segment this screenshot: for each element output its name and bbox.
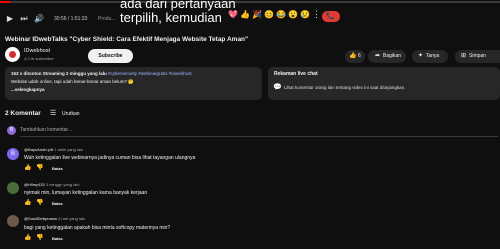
sort-button[interactable]: Urutkan	[62, 111, 80, 117]
comment-like-icon[interactable]: 👍	[24, 199, 31, 206]
description-meta: 153 x ditonton Streaming 2 minggu yang l…	[11, 71, 192, 76]
channel-name[interactable]: IDwebhost	[24, 48, 50, 54]
reaction-party-icon[interactable]: 🎉	[252, 11, 262, 19]
comment-time: 1 detik yang lalu	[54, 147, 84, 152]
thumb-up-icon: 👍	[349, 53, 357, 59]
subscribe-button[interactable]: Subscribe	[88, 49, 133, 63]
comment-author-line: @Hilmy433 3 minggu yang lalu	[24, 182, 79, 187]
chapter-label: Produ...	[98, 16, 116, 22]
leave-button[interactable]: 📞	[322, 11, 340, 22]
comment-text: bagi yang ketinggalan apakah bisa minta …	[24, 225, 171, 231]
play-icon[interactable]: ▶	[6, 15, 14, 23]
comment-reply-button[interactable]: Balas	[52, 201, 63, 206]
reaction-sad-icon[interactable]: 😢	[300, 11, 310, 19]
reaction-smile-icon[interactable]: 😊	[264, 11, 274, 19]
like-count: 6	[358, 53, 361, 59]
chat-icon: 💬	[273, 84, 282, 91]
comment-time: 4 hari yang lalu	[58, 216, 86, 221]
reaction-like-icon[interactable]: 👍	[240, 11, 250, 19]
phone-icon: 📞	[326, 13, 335, 20]
comment-reply-button[interactable]: Balas	[52, 236, 63, 241]
show-more-link[interactable]: ...selengkapnya	[11, 87, 45, 92]
ask-label: Tanya	[426, 53, 440, 59]
next-icon[interactable]: ⏭	[20, 15, 28, 23]
more-icon[interactable]: ⋮	[312, 10, 321, 19]
comment-author[interactable]: @Hilmy433	[24, 182, 45, 187]
my-avatar: B	[7, 126, 16, 135]
time-label: 30:56 / 1:51:33	[54, 16, 88, 22]
comment-like-icon[interactable]: 👍	[24, 234, 31, 241]
channel-avatar[interactable]	[5, 47, 20, 62]
comment-avatar[interactable]: B	[7, 148, 19, 160]
comment-text: Wah ketinggalan live webinarnya jadinya …	[24, 155, 196, 161]
save-icon: ⊞	[461, 53, 467, 59]
volume-icon[interactable]: 🔊	[34, 15, 44, 23]
reaction-heart-icon[interactable]: 💖	[228, 11, 238, 19]
view-stream-info: 153 x ditonton Streaming 2 minggu yang l…	[11, 71, 107, 76]
video-title: Webinar IDwebTalks "Cyber Shield: Cara E…	[5, 36, 249, 43]
subscriber-count: 4,2 rb subscriber	[24, 56, 54, 61]
progress-fill	[0, 1, 10, 3]
comment-avatar[interactable]	[7, 182, 19, 194]
comment-avatar[interactable]	[7, 215, 19, 227]
comment-reply-button[interactable]: Balas	[52, 166, 63, 171]
comment-author-line: @SusiliDeliyeusss 4 hari yang lalu	[24, 216, 85, 221]
chat-replay-subtitle: Lihat komentar orang lain tentang video …	[284, 85, 406, 90]
hashtags[interactable]: #cybersecurity #webinargratis #idwebhost	[108, 71, 192, 76]
save-button[interactable]: ⊞ Simpan	[455, 50, 500, 63]
comment-author-line: @BayuAndri-y4t 1 detik yang lalu	[24, 147, 83, 152]
comments-count: 2 Komentar	[5, 110, 41, 117]
add-comment-underline	[20, 136, 498, 137]
share-icon: ➦	[375, 53, 381, 59]
chat-replay-box[interactable]: Rekaman live chat 💬 Lihat komentar orang…	[268, 67, 500, 100]
comment-dislike-icon[interactable]: 👎	[36, 234, 43, 241]
sparkle-icon: ✦	[418, 53, 424, 59]
add-comment-input[interactable]: Tambahkan komentar...	[20, 127, 72, 133]
comment-like-icon[interactable]: 👍	[24, 164, 31, 171]
comment-text: nyimak min, lumayan ketinggalan karna ba…	[24, 190, 148, 196]
comment-dislike-icon[interactable]: 👎	[36, 164, 43, 171]
comment-author[interactable]: @BayuAndri-y4t	[24, 147, 53, 152]
sort-icon[interactable]: ☰	[50, 109, 56, 117]
chat-replay-title: Rekaman live chat	[274, 71, 318, 77]
description-text: Website udah online, tapi udah benar-ben…	[11, 79, 134, 84]
share-button[interactable]: ➦ Bagikan	[368, 50, 406, 63]
share-label: Bagikan	[383, 53, 402, 59]
ask-button[interactable]: ✦ Tanya	[412, 50, 448, 63]
description-box[interactable]: 153 x ditonton Streaming 2 minggu yang l…	[5, 67, 262, 100]
comment-author[interactable]: @SusiliDeliyeusss	[24, 216, 57, 221]
comment-time: 3 minggu yang lalu	[45, 182, 80, 187]
save-label: Simpan	[469, 53, 486, 59]
comment-dislike-icon[interactable]: 👎	[36, 199, 43, 206]
reaction-laugh-icon[interactable]: 😂	[276, 11, 286, 19]
like-button[interactable]: 👍 6	[345, 50, 365, 63]
reaction-wow-icon[interactable]: 😮	[288, 11, 298, 19]
